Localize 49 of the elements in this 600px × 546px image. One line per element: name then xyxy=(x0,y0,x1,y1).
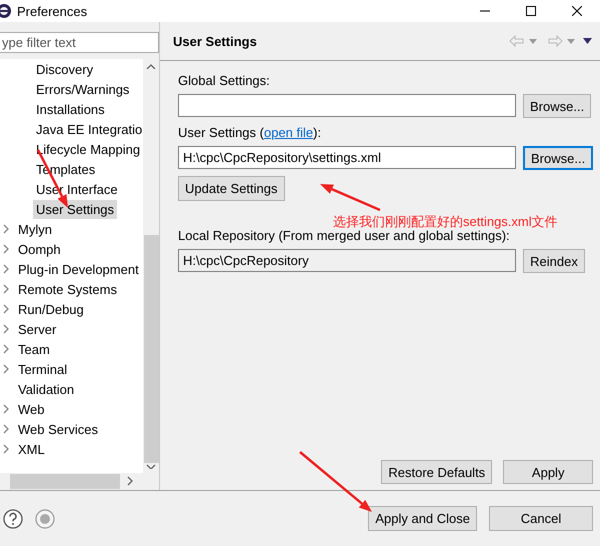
annotation-text: 选择我们刚刚配置好的settings.xml文件 xyxy=(333,213,558,230)
browse-button[interactable]: Browse... xyxy=(523,146,594,170)
tree-item[interactable]: Discovery xyxy=(33,60,96,78)
tree-item[interactable]: Remote Systems xyxy=(15,280,120,298)
tree-item[interactable]: Java EE Integratio xyxy=(33,120,143,138)
annotation-arrow xyxy=(320,184,380,212)
record-icon[interactable] xyxy=(35,508,55,528)
global-settings-field[interactable] xyxy=(178,94,516,117)
apply-button[interactable]: Apply xyxy=(503,460,594,484)
tree-item[interactable]: Terminal xyxy=(15,360,70,378)
view-menu-icon[interactable] xyxy=(583,38,592,44)
help-icon[interactable] xyxy=(3,508,23,528)
tree-item[interactable]: User Settings xyxy=(33,200,118,218)
page-title: User Settings xyxy=(173,34,257,48)
scroll-up-icon[interactable] xyxy=(146,63,156,70)
cancel-button[interactable]: Cancel xyxy=(489,506,593,531)
tree-item[interactable]: Web Services xyxy=(15,420,101,438)
maximize-icon xyxy=(526,6,536,16)
field-label: User Settings (open file): xyxy=(178,125,322,140)
tree-item[interactable]: Validation xyxy=(15,380,78,398)
tree-item[interactable]: Web xyxy=(15,400,48,418)
field-label: Local Repository (From merged user and global settings): xyxy=(178,228,510,243)
scroll-down-icon[interactable] xyxy=(146,462,156,470)
tree-item[interactable]: Plug-in Development xyxy=(15,260,142,278)
filter-field[interactable]: ype filter text xyxy=(0,32,159,53)
tree-item[interactable]: Server xyxy=(15,320,60,338)
tree-item[interactable]: Installations xyxy=(33,100,108,118)
browse-button[interactable]: Browse... xyxy=(523,94,592,118)
user-settings-field[interactable]: H:\cpc\CpcRepository\settings.xml xyxy=(178,146,516,169)
tree-item[interactable]: Lifecycle Mapping xyxy=(33,140,143,158)
close-icon xyxy=(572,6,582,16)
tree-item[interactable]: Run/Debug xyxy=(15,300,87,318)
scroll-right-icon[interactable] xyxy=(126,476,134,486)
apply-and-close-button[interactable]: Apply and Close xyxy=(368,506,477,531)
dropdown-caret-icon[interactable] xyxy=(567,38,576,44)
app-icon xyxy=(0,3,14,19)
tree-item[interactable]: Team xyxy=(15,340,53,358)
window-title: Preferences xyxy=(17,4,88,18)
restore-defaults-button[interactable]: Restore Defaults xyxy=(381,460,492,484)
dropdown-caret-icon[interactable] xyxy=(529,38,538,44)
field-label: Global Settings: xyxy=(178,73,271,88)
tree-item[interactable]: Mylyn xyxy=(15,220,55,238)
open-file-link[interactable]: open file xyxy=(264,125,314,140)
update-settings-button[interactable]: Update Settings xyxy=(178,176,285,201)
reindex-button[interactable]: Reindex xyxy=(523,249,585,273)
tree-item[interactable]: Oomph xyxy=(15,240,64,258)
local-repository-field[interactable]: H:\cpc\CpcRepository xyxy=(178,249,516,272)
tree-item[interactable]: XML xyxy=(15,440,48,458)
tree-item[interactable]: Errors/Warnings xyxy=(33,80,132,98)
